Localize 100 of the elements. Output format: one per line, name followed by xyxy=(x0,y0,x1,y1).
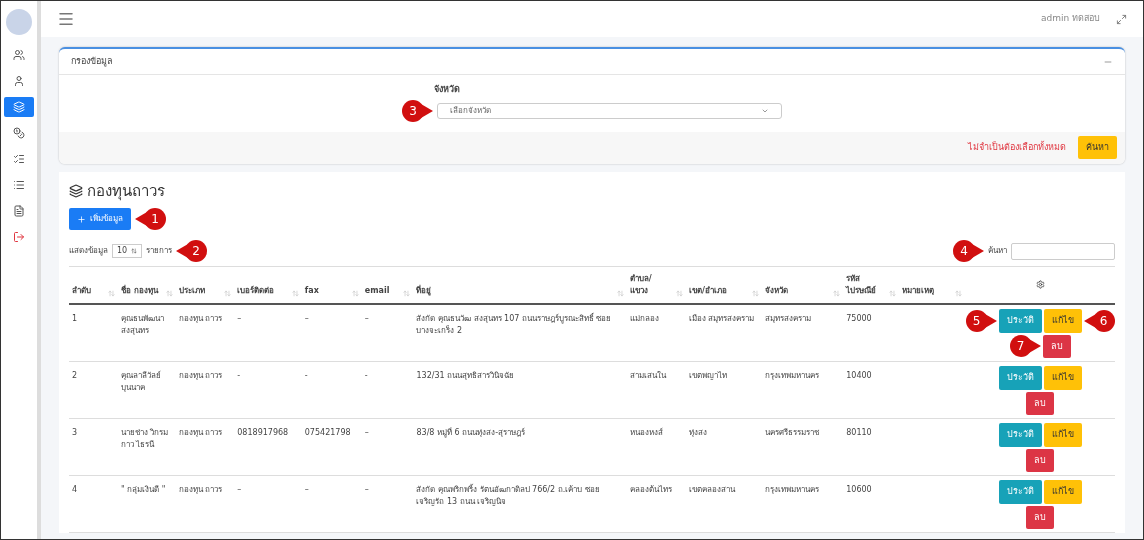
menu-item-icon xyxy=(13,75,25,87)
table-cell: – xyxy=(364,428,369,437)
fullscreen-icon xyxy=(1116,13,1127,25)
table-cell: - xyxy=(364,371,368,380)
menu-item-icon xyxy=(13,231,25,243)
sidebar-item[interactable] xyxy=(4,97,34,117)
column-header[interactable]: ประเภท xyxy=(178,285,205,297)
table-cell: กองทุน ถาวร xyxy=(178,314,223,323)
table-cell: - xyxy=(304,371,308,380)
column-header[interactable]: ชื่อ กองทุน xyxy=(120,285,158,297)
edit-button[interactable]: แก้ไข xyxy=(1043,309,1082,333)
table-cell: 10400 xyxy=(846,371,872,380)
table-cell: " กลุ่มเงินดี " xyxy=(120,485,166,494)
table-cell: คุณธนพัฒนา สงสุนทร xyxy=(120,314,164,335)
column-header[interactable]: จังหวัด xyxy=(765,285,789,297)
sort-icon xyxy=(165,290,173,297)
show-label: แสดงข้อมูล xyxy=(69,245,108,257)
table-cell: – xyxy=(304,485,309,494)
table-cell: - xyxy=(237,371,241,380)
table-cell: 75000 xyxy=(846,314,872,323)
table-cell: 4 xyxy=(72,485,78,494)
sort-icon xyxy=(889,290,897,297)
province-select[interactable]: เลือกจังหวัด xyxy=(437,102,782,119)
column-header[interactable]: หมายเหตุ xyxy=(902,285,935,297)
table-cell: เขตพญาไท xyxy=(688,371,727,380)
layers-icon xyxy=(69,183,83,198)
table-cell: นครศรีธรรมราช xyxy=(765,428,820,437)
sort-icon xyxy=(107,290,115,297)
sort-icon xyxy=(224,290,232,297)
table-cell: 80110 xyxy=(846,428,872,437)
table-cell: 075421798 xyxy=(304,428,351,437)
menu-item-icon xyxy=(13,49,25,61)
plus-icon xyxy=(77,214,86,224)
search-button[interactable]: ค้นหา xyxy=(1078,135,1117,160)
menu-item-icon xyxy=(13,179,25,191)
sort-icon xyxy=(403,290,411,297)
show-suffix: รายการ xyxy=(146,245,173,257)
table-cell: 83/8 หมู่ที่ 6 ถนนทุ่งสง-สุราษฎร์ xyxy=(416,428,526,437)
field-label: จังหวัด xyxy=(434,83,461,96)
sort-icon xyxy=(833,290,841,297)
hint-text: ไม่จำเป็นต้องเลือกทั้งหมด xyxy=(968,140,1066,154)
table-cell: 2 xyxy=(72,371,78,380)
table-cell: – xyxy=(304,314,309,323)
column-header[interactable]: เขต/อำเภอ xyxy=(688,285,727,297)
column-header[interactable]: ลำดับ xyxy=(72,285,91,297)
page-size-select[interactable]: 10 xyxy=(112,244,143,258)
delete-button[interactable]: ลบ xyxy=(1042,334,1071,358)
table-cell: – xyxy=(364,485,369,494)
table-cell: ทุ่งสง xyxy=(688,428,707,437)
sort-icon xyxy=(616,290,624,297)
logo-icon xyxy=(6,9,32,35)
menu-item-icon xyxy=(13,153,25,165)
table-cell: นายช่าง วิกรม กาว ไธรนี xyxy=(120,428,169,449)
table-cell: กองทุน ถาวร xyxy=(178,371,223,380)
card-title: กรองข้อมูล xyxy=(71,54,113,69)
table-cell: 3 xyxy=(72,428,78,437)
edit-button[interactable]: แก้ไข xyxy=(1043,423,1082,447)
delete-button[interactable]: ลบ xyxy=(1026,505,1055,529)
table-cell: สังกัด คุณพริกพริ้ง รัตนอัฒกาดิลป 766/2 ถ.เค้าบ ซอยเจริญรัถ 13 ถนน เจริญนิจ xyxy=(416,485,600,506)
menu-item-icon xyxy=(13,101,25,113)
column-header[interactable]: email xyxy=(364,285,390,297)
table-cell: – xyxy=(237,485,242,494)
table-cell: สังกัด คุณธนวัฒ สงสุนทร 107 ถนนราษฎร์บูรณะสิทธิ์ ซอยบางจะเกร็ง 2 xyxy=(416,314,612,335)
edit-button[interactable]: แก้ไข xyxy=(1043,366,1082,390)
column-header[interactable]: รหัส ไปรษณีย์ xyxy=(846,273,886,297)
user-name: admin ทดสอบ xyxy=(1040,12,1100,26)
menu-item-icon xyxy=(13,127,25,139)
table-cell: กรุงเทพมหานคร xyxy=(765,371,820,380)
sort-icon xyxy=(675,290,683,297)
table-cell: 132/31 ถนนสุทธิสารวินิจฉัย xyxy=(416,371,515,380)
table-cell: เขตคลองสาน xyxy=(688,485,735,494)
menu-item-icon xyxy=(13,205,25,217)
settings-icon xyxy=(1035,280,1045,289)
table-cell: แม่กลอง xyxy=(629,314,659,323)
sort-icon xyxy=(752,290,760,297)
search-label: ค้นหา xyxy=(988,245,1007,257)
table-cell: สมุทรสงคราม xyxy=(765,314,812,323)
table-cell: คุณลาลีวัลย์ บุนนาค xyxy=(120,371,161,392)
edit-button[interactable]: แก้ไข xyxy=(1043,480,1082,504)
column-header[interactable]: เบอร์ติดต่อ xyxy=(237,285,275,297)
table-cell: 10600 xyxy=(846,485,872,494)
delete-button[interactable]: ลบ xyxy=(1026,391,1055,415)
add-button[interactable]: เพิ่มข้อมูล xyxy=(69,208,131,230)
table-cell: สามเสนใน xyxy=(629,371,666,380)
table-cell: – xyxy=(364,314,369,323)
sort-icon xyxy=(955,290,963,297)
delete-button[interactable]: ลบ xyxy=(1026,448,1055,472)
table-cell: 0818917968 xyxy=(237,428,289,437)
spinner-icon xyxy=(131,248,138,254)
table-cell: กองทุน ถาวร xyxy=(178,485,223,494)
table-cell: เมือง สมุทรสงคราม xyxy=(688,314,755,323)
table-cell: กรุงเทพมหานคร xyxy=(765,485,820,494)
table-cell: กองทุน ถาวร xyxy=(178,428,223,437)
search-field[interactable] xyxy=(1011,242,1115,260)
sort-icon xyxy=(351,290,359,297)
column-header[interactable]: fax xyxy=(304,285,319,297)
column-header[interactable]: ตำบล/ แขวง xyxy=(629,273,672,297)
table-cell: คลองต้นไทร xyxy=(629,485,672,494)
table-cell: 1 xyxy=(72,314,78,323)
column-header[interactable]: ที่อยู่ xyxy=(416,285,432,297)
